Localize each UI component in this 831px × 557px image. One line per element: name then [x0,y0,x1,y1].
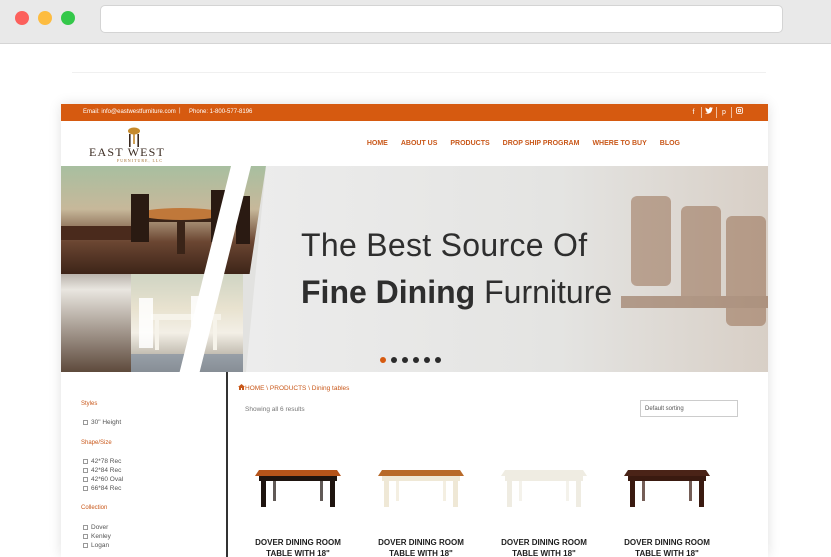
chairs-background-illustration [621,196,768,326]
slider-dot[interactable] [380,357,386,363]
filter-option[interactable]: 30" Height [83,419,121,426]
close-window-button[interactable] [15,11,29,25]
email-link[interactable]: Email: info@eastwestfurniture.com [83,109,176,115]
slider-dot[interactable] [424,357,430,363]
filter-title-styles: Styles [81,401,98,407]
checkbox-icon [83,485,88,491]
maximize-window-button[interactable] [61,11,75,25]
nav-products[interactable]: PRODUCTS [450,140,489,147]
checkbox-icon [83,542,88,548]
website-frame: Email: info@eastwestfurniture.com | Phon… [61,104,768,557]
results-count: Showing all 6 results [245,406,305,413]
product-card[interactable]: DOVER DINING ROOM TABLE WITH 18" [366,444,476,557]
sort-select[interactable]: Default sorting [640,400,738,417]
filter-option[interactable]: 42*78 Rec [83,458,121,465]
breadcrumb[interactable]: HOME \ PRODUCTS \ Dining tables [238,384,349,392]
browser-backdrop [0,44,831,104]
social-links: f p [686,107,746,118]
product-image [255,470,341,507]
checkbox-icon [83,533,88,539]
slider-dot[interactable] [402,357,408,363]
hero-headline-line-1: The Best Source Of [301,227,588,263]
nav-about-us[interactable]: ABOUT US [401,140,438,147]
address-bar[interactable] [100,5,783,33]
product-card[interactable]: DOVER DINING ROOM TABLE WITH 18" [243,444,353,557]
nav-home[interactable]: HOME [367,140,388,147]
checkbox-icon [83,467,88,473]
east-west-logo[interactable]: EAST WEST FURNITURE, LLC [89,127,184,163]
logo-subtitle: FURNITURE, LLC [117,158,163,163]
twitter-icon[interactable] [701,107,716,118]
slider-dot[interactable] [413,357,419,363]
product-title[interactable]: DOVER DINING ROOM TABLE WITH 18" [243,537,353,557]
product-card[interactable]: DOVER DINING ROOM TABLE WITH 18" [612,444,722,557]
product-card[interactable]: DOVER DINING ROOM TABLE WITH 18" [489,444,599,557]
slider-pagination [380,357,441,363]
divider [72,72,766,73]
filter-title-collection: Collection [81,505,108,511]
nav-blog[interactable]: BLOG [660,140,680,147]
main-navigation: HOME ABOUT US PRODUCTS DROP SHIP PROGRAM… [367,140,680,147]
product-title[interactable]: DOVER DINING ROOM TABLE WITH 18" [612,537,722,557]
filter-option[interactable]: 66*84 Rec [83,485,121,492]
slider-dot[interactable] [391,357,397,363]
nav-where-to-buy[interactable]: WHERE TO BUY [592,140,646,147]
minimize-window-button[interactable] [38,11,52,25]
product-image [378,470,464,507]
hero-headline-line-2: Fine Dining Furniture [301,274,612,311]
product-image [501,470,587,507]
product-title[interactable]: DOVER DINING ROOM TABLE WITH 18" [489,537,599,557]
phone-link[interactable]: Phone: 1-800-577-8196 [189,109,252,115]
filter-option[interactable]: 42*60 Oval [83,476,123,483]
hero-headline-rest: Furniture [475,274,613,310]
filter-option[interactable]: Logan [83,542,109,549]
filter-option[interactable]: 42*84 Rec [83,467,121,474]
filter-title-shape-size: Shape/Size [81,440,112,446]
filter-option[interactable]: Kenley [83,533,111,540]
filter-sidebar: Styles 30" Height Shape/Size 42*78 Rec 4… [61,372,228,557]
hero-slider: The Best Source Of Fine Dining Furniture [61,166,768,372]
instagram-icon[interactable] [731,107,746,118]
checkbox-icon [83,458,88,464]
checkbox-icon [83,476,88,482]
product-title[interactable]: DOVER DINING ROOM TABLE WITH 18" [366,537,476,557]
slider-dot[interactable] [435,357,441,363]
filter-option[interactable]: Dover [83,524,108,531]
home-icon [238,384,245,390]
facebook-icon[interactable]: f [686,107,701,118]
product-image [624,470,710,507]
hero-headline-bold: Fine Dining [301,274,476,310]
browser-toolbar [0,0,831,44]
site-header: EAST WEST FURNITURE, LLC HOME ABOUT US P… [61,121,768,166]
pinterest-icon[interactable]: p [716,107,731,118]
checkbox-icon [83,419,88,425]
contact-separator: | [179,108,181,114]
nav-drop-ship-program[interactable]: DROP SHIP PROGRAM [503,140,580,147]
checkbox-icon [83,524,88,530]
contact-bar: Email: info@eastwestfurniture.com | Phon… [61,104,768,121]
